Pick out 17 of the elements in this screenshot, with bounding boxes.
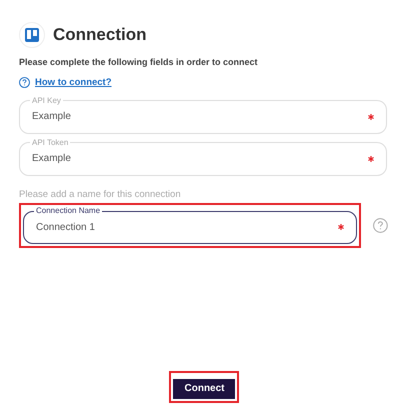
field-value: Example <box>32 110 72 124</box>
text-field[interactable]: Connection Name Connection 1 <box>23 207 358 244</box>
board-logo-icon <box>19 22 45 48</box>
help-link[interactable]: How to connect? <box>35 76 112 90</box>
field-label: API Token <box>31 138 70 147</box>
field-label: API Key <box>31 96 62 105</box>
text-field[interactable]: API Key Example <box>19 96 387 134</box>
instructions-text: Please complete the following fields in order to connect <box>19 56 259 69</box>
help-icon <box>19 77 30 88</box>
field-value: Connection 1 <box>36 220 96 234</box>
page-title: Connection <box>53 24 146 46</box>
connect-button[interactable]: Connect <box>172 378 234 398</box>
field-value: Example <box>32 152 72 166</box>
text-field[interactable]: API Token Example <box>19 138 387 176</box>
field-label: Connection Name <box>35 207 102 215</box>
help-icon[interactable] <box>373 218 388 233</box>
name-hint: Please add a name for this connection <box>19 188 182 202</box>
